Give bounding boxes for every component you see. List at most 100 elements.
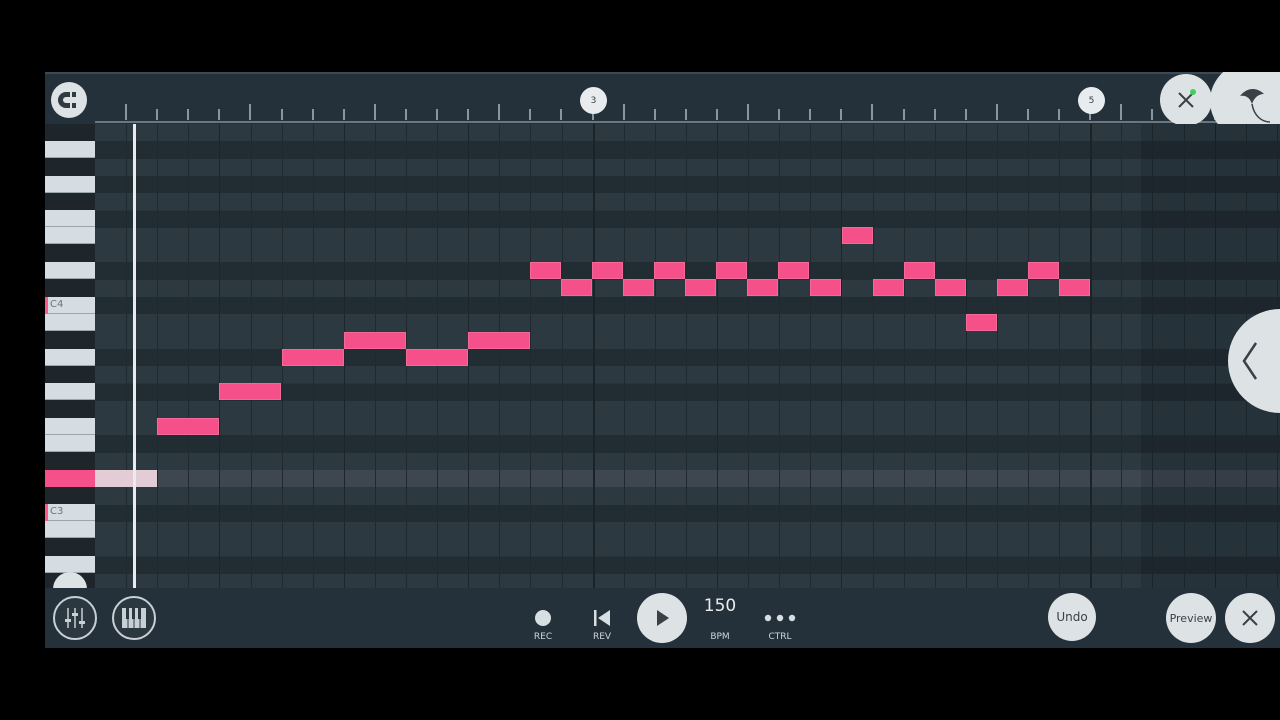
beat-line (748, 124, 750, 588)
piano-roll-button[interactable] (112, 596, 156, 640)
preview-button[interactable]: Preview (1166, 593, 1216, 643)
record-button[interactable] (533, 608, 553, 628)
piano-key[interactable] (45, 210, 95, 227)
piano-key[interactable] (45, 556, 95, 573)
undo-button[interactable]: Undo (1048, 593, 1096, 641)
grid-row (95, 400, 1280, 419)
magnet-snap-button[interactable] (51, 82, 87, 118)
ruler-tick (902, 109, 905, 120)
octave-marker-c3 (45, 504, 48, 521)
note[interactable] (810, 279, 841, 296)
grid-row (95, 124, 1280, 142)
mixer-button[interactable] (53, 596, 97, 640)
note[interactable] (904, 262, 935, 279)
piano-key[interactable] (45, 435, 95, 452)
note[interactable] (592, 262, 623, 279)
note-grid[interactable] (95, 124, 1280, 588)
grid-row (95, 348, 1280, 367)
grid-row (95, 158, 1280, 176)
more-icon (764, 614, 796, 622)
ruler-tick (1151, 109, 1154, 120)
collapse-panel-button[interactable] (1228, 309, 1280, 413)
piano-keyboard[interactable]: C4 C3 (45, 124, 95, 588)
note[interactable] (778, 262, 809, 279)
mixer-icon (65, 608, 85, 628)
note[interactable] (219, 383, 281, 400)
note[interactable] (873, 279, 904, 296)
note[interactable] (157, 418, 219, 435)
rewind-button[interactable] (591, 608, 613, 628)
beat-line (903, 124, 905, 588)
piano-key[interactable] (45, 349, 95, 366)
piano-key[interactable] (45, 262, 95, 279)
piano-key[interactable] (45, 314, 95, 331)
beat-line (965, 124, 967, 588)
grid-row (95, 245, 1280, 263)
playhead[interactable] (133, 124, 136, 590)
grid-row (95, 297, 1280, 315)
rev-label: REV (592, 632, 612, 642)
grid-row (95, 227, 1280, 246)
timeline-ruler[interactable]: 3 5 (45, 72, 1280, 142)
grid-row (95, 418, 1280, 436)
close-piano-roll-button[interactable] (1160, 74, 1212, 126)
bar-marker-3[interactable]: 3 (580, 87, 607, 114)
ruler-tick (125, 104, 127, 120)
beat-line (779, 124, 781, 588)
note[interactable] (282, 349, 344, 366)
status-dot (1190, 89, 1196, 95)
beat-line (219, 124, 221, 588)
note[interactable] (966, 314, 997, 331)
note[interactable] (1028, 262, 1059, 279)
close-button[interactable] (1225, 593, 1275, 643)
note[interactable] (747, 279, 778, 296)
ctrl-button[interactable] (763, 608, 797, 628)
note[interactable] (344, 332, 406, 349)
piano-key-active[interactable] (45, 470, 95, 487)
ruler-tick (498, 104, 501, 120)
note[interactable] (685, 279, 716, 296)
play-button[interactable] (637, 593, 687, 643)
beat-line (250, 124, 252, 588)
beat-line (1028, 124, 1029, 588)
bpm-value[interactable]: 150 (700, 596, 740, 616)
piano-key[interactable] (45, 418, 95, 435)
note[interactable] (716, 262, 747, 279)
note[interactable] (561, 279, 592, 296)
piano-key[interactable] (45, 176, 95, 193)
note[interactable] (406, 349, 468, 366)
close-icon (1242, 610, 1258, 626)
ghost-note[interactable] (95, 470, 157, 487)
piano-key[interactable] (45, 141, 95, 158)
piano-key[interactable] (45, 227, 95, 244)
grid-row (95, 141, 1280, 159)
note[interactable] (935, 279, 966, 296)
grid-row (95, 487, 1280, 505)
beat-line (468, 124, 470, 588)
note[interactable] (623, 279, 654, 296)
grid-row (95, 366, 1280, 384)
grid-row (95, 539, 1280, 557)
note[interactable] (468, 332, 530, 349)
ruler-tick (156, 109, 159, 120)
ruler-tick (684, 109, 687, 120)
rec-label: REC (533, 632, 553, 642)
bar-marker-5[interactable]: 5 (1078, 87, 1105, 114)
note[interactable] (1059, 279, 1090, 296)
note[interactable] (997, 279, 1028, 296)
ruler-tick (311, 109, 314, 120)
piano-key[interactable] (45, 521, 95, 538)
beat-line (996, 124, 998, 588)
grid-row (95, 435, 1280, 453)
note[interactable] (842, 227, 873, 244)
beat-line (810, 124, 812, 588)
ruler-tick (933, 109, 936, 120)
key-label-c4: C4 (50, 299, 64, 310)
note[interactable] (530, 262, 561, 279)
note[interactable] (654, 262, 685, 279)
grid-row (95, 331, 1280, 349)
piano-key[interactable] (45, 383, 95, 400)
transport-toolbar: REC REV 150 BPM CTRL Undo Preview (45, 588, 1280, 648)
ruler-tick (809, 109, 812, 120)
beat-line (841, 124, 843, 588)
